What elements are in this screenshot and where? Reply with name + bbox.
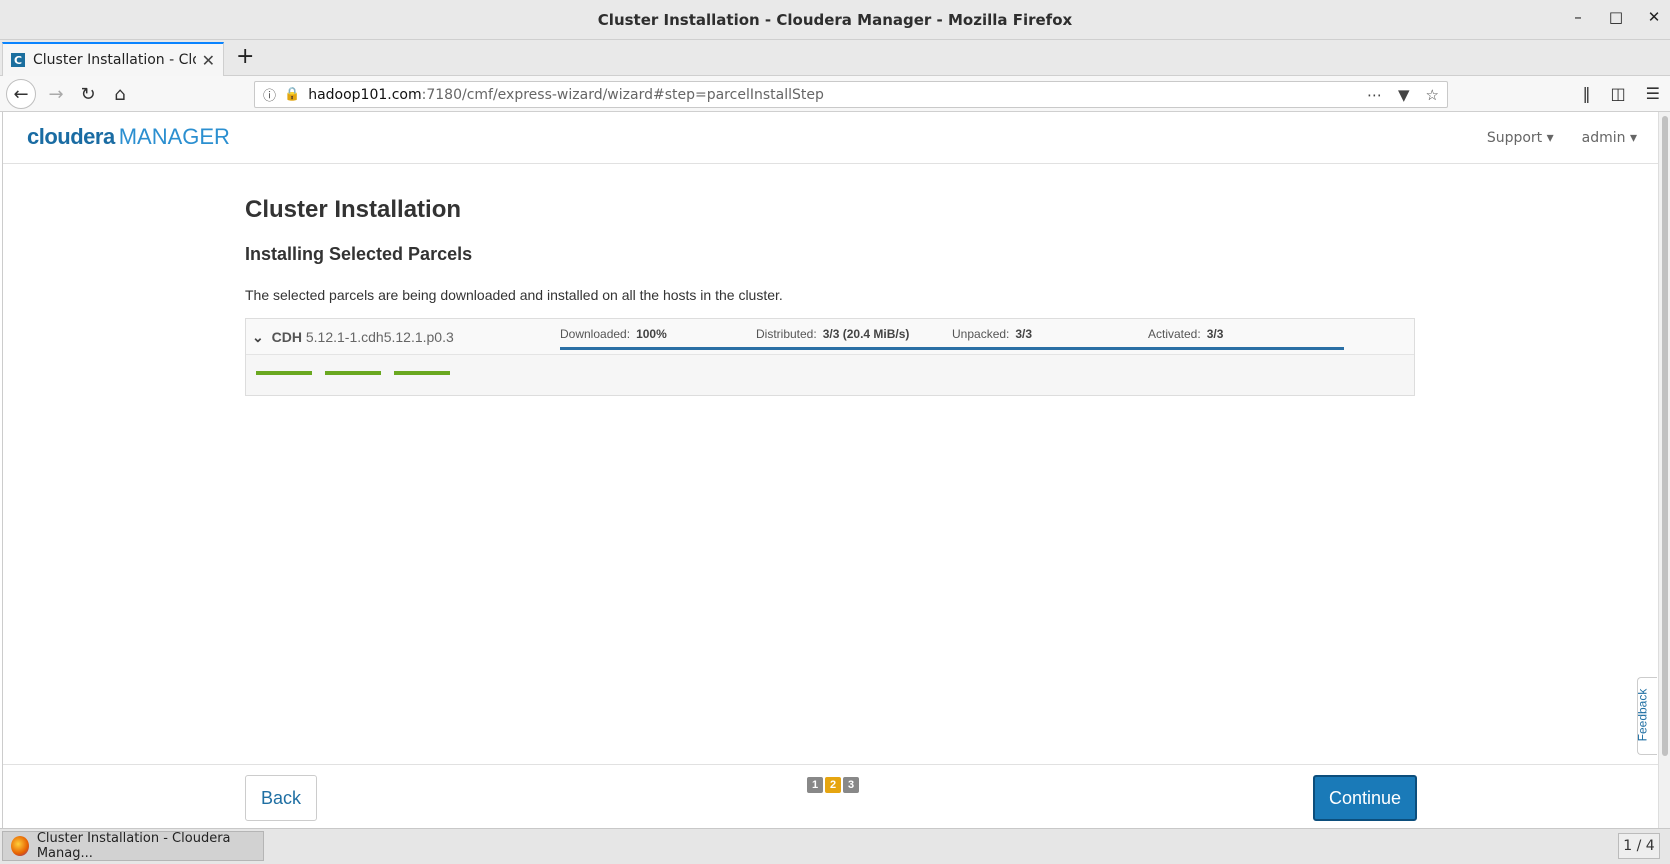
minimize-icon[interactable]: – [1570,8,1586,26]
back-arrow-icon[interactable]: ← [6,79,36,109]
close-icon[interactable]: ✕ [1646,8,1662,26]
logo-product: MANAGER [118,124,230,149]
cm-header: cloudera MANAGER Support ▾ admin ▾ [3,112,1659,164]
progress-bar [756,347,952,350]
parcel-version: 5.12.1-1.cdh5.12.1.p0.3 [305,329,454,345]
url-path: :7180/cmf/express-wizard/wizard#step=par… [421,86,824,103]
tab-label: Cluster Installation - Clou [33,52,196,68]
scrollbar-thumb[interactable] [1662,116,1668,756]
stat-distributed: Distributed: 3/3 (20.4 MiB/s) [756,327,952,350]
feedback-tab[interactable]: Feedback [1635,677,1657,755]
page-description: The selected parcels are being downloade… [245,287,783,303]
cloudera-logo[interactable]: cloudera MANAGER [27,124,230,150]
back-button[interactable]: Back [245,775,317,821]
stat-downloaded: Downloaded: 100% [560,327,756,350]
continue-button[interactable]: Continue [1313,775,1417,821]
chevron-down-icon: ⌄ [252,329,264,345]
window-controls: – □ ✕ [1570,8,1662,26]
pocket-icon[interactable]: ▼ [1398,86,1410,104]
cloudera-favicon-icon: C [11,53,25,67]
parcel-row: ⌄ CDH 5.12.1-1.cdh5.12.1.p0.3 Downloaded… [246,319,1414,355]
sidebar-icon[interactable]: ◫ [1611,84,1626,103]
browser-tab[interactable]: C Cluster Installation - Clou ✕ [2,42,224,76]
header-menus: Support ▾ admin ▾ [1487,130,1637,146]
tab-close-icon[interactable]: ✕ [202,51,215,70]
workspace-pager[interactable]: 1 / 4 [1618,833,1660,859]
feedback-label: Feedback [1635,688,1650,742]
url-actions: ⋯ ▼ ☆ [1367,86,1439,104]
url-host: hadoop101.com [308,86,422,103]
window-title: Cluster Installation - Cloudera Manager … [597,10,1073,29]
bookmark-star-icon[interactable]: ☆ [1426,86,1439,104]
stat-value: 100% [636,327,667,341]
toolbar-right: ‖ ◫ ☰ [1583,84,1660,103]
library-icon[interactable]: ‖ [1583,84,1591,103]
maximize-icon[interactable]: □ [1608,8,1624,26]
step-2-active: 2 [825,777,841,793]
support-menu[interactable]: Support ▾ [1487,130,1554,146]
window-titlebar: Cluster Installation - Cloudera Manager … [0,0,1670,40]
tab-bar: C Cluster Installation - Clou ✕ + [0,40,1670,76]
vertical-scrollbar[interactable] [1658,112,1670,828]
hamburger-menu-icon[interactable]: ☰ [1646,84,1660,103]
caret-down-icon: ▾ [1629,130,1637,146]
taskbar-firefox-item[interactable]: Cluster Installation - Cloudera Manag... [2,831,264,861]
new-tab-icon[interactable]: + [236,44,254,69]
stat-activated: Activated: 3/3 [1148,327,1344,350]
support-menu-label: Support [1486,130,1543,146]
logo-brand: cloudera [27,124,115,149]
step-1: 1 [807,777,823,793]
stat-label: Activated: [1148,327,1201,341]
progress-fill [1148,347,1344,350]
taskbar-item-label: Cluster Installation - Cloudera Manag... [36,831,231,861]
admin-menu-label: admin [1581,130,1626,146]
host-progress-bar [394,371,450,375]
progress-bar [1148,347,1344,350]
more-actions-icon[interactable]: ⋯ [1367,86,1382,104]
parcel-toggle[interactable]: ⌄ CDH 5.12.1-1.cdh5.12.1.p0.3 [252,329,454,346]
admin-menu[interactable]: admin ▾ [1582,130,1637,146]
progress-fill [952,347,1148,350]
parcel-name: CDH [271,329,302,345]
stat-label: Distributed: [756,327,817,341]
insecure-lock-icon[interactable]: 🔒 [284,87,300,102]
forward-arrow-icon[interactable]: → [42,80,70,108]
host-progress-bar [325,371,381,375]
firefox-icon [11,836,29,856]
navigation-bar: ← → ↻ ⌂ ⓘ 🔒 hadoop101.com :7180/cmf/expr… [0,76,1670,112]
page-viewport: cloudera MANAGER Support ▾ admin ▾ Cluste… [2,112,1659,828]
wizard-content: Cluster Installation Installing Selected… [245,196,1415,396]
stat-value: 3/3 [1015,327,1033,341]
progress-bar [560,347,756,350]
info-icon[interactable]: ⓘ [263,85,276,104]
stat-value: 3/3 [1206,327,1224,341]
stat-unpacked: Unpacked: 3/3 [952,327,1148,350]
caret-down-icon: ▾ [1546,130,1554,146]
progress-fill [756,347,952,350]
wizard-footer: Back 1 2 3 Continue [3,764,1659,828]
host-progress-bars [256,371,450,375]
parcel-panel: ⌄ CDH 5.12.1-1.cdh5.12.1.p0.3 Downloaded… [245,318,1415,396]
url-bar[interactable]: ⓘ 🔒 hadoop101.com :7180/cmf/express-wiza… [254,81,1448,108]
step-indicator: 1 2 3 [807,777,859,793]
reload-icon[interactable]: ↻ [74,80,102,108]
progress-fill [560,347,756,350]
host-progress-bar [256,371,312,375]
stat-label: Downloaded: [560,327,631,341]
taskbar: Cluster Installation - Cloudera Manag...… [0,828,1670,864]
step-3: 3 [843,777,859,793]
page-subtitle: Installing Selected Parcels [245,244,473,264]
page-title: Cluster Installation [245,196,462,223]
stat-label: Unpacked: [952,327,1010,341]
progress-bar [952,347,1148,350]
stat-value: 3/3 (20.4 MiB/s) [822,327,910,341]
home-icon[interactable]: ⌂ [106,80,134,108]
